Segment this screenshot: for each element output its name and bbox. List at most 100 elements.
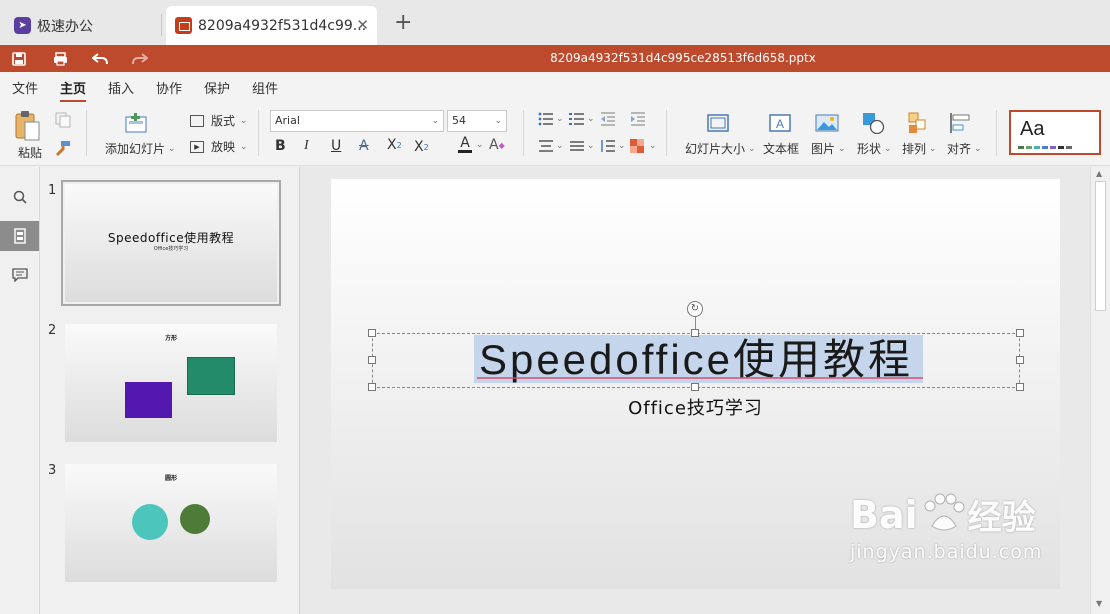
strikethrough-button[interactable]: A: [359, 138, 369, 154]
textbox-button[interactable]: 文本框: [763, 140, 799, 157]
resize-handle[interactable]: [691, 329, 699, 337]
font-size-select[interactable]: 54 ⌄: [447, 110, 507, 132]
scrollbar-thumb[interactable]: [1095, 181, 1106, 311]
resize-handle[interactable]: [1016, 329, 1024, 337]
chevron-down-icon: ⌄: [929, 143, 937, 154]
theme-preview[interactable]: Aa: [1009, 110, 1101, 155]
align-objects-icon[interactable]: [949, 112, 971, 134]
search-icon[interactable]: [0, 182, 39, 212]
chevron-down-icon[interactable]: ⌄: [476, 140, 484, 150]
arrange-button[interactable]: 排列 ⌄: [902, 140, 937, 157]
play-button[interactable]: ▶ 放映 ⌄: [190, 138, 248, 155]
picture-icon[interactable]: [815, 114, 839, 132]
comment-icon[interactable]: [0, 260, 39, 290]
slide-number: 2: [48, 323, 57, 338]
scroll-up-icon[interactable]: ▲: [1096, 169, 1102, 178]
resize-handle[interactable]: [1016, 356, 1024, 364]
add-slide-icon[interactable]: [125, 112, 149, 134]
font-color-button[interactable]: A: [458, 136, 472, 153]
slides-panel-icon[interactable]: [0, 221, 39, 251]
bold-button[interactable]: B: [275, 138, 286, 154]
picture-label: 图片: [811, 142, 836, 156]
numbered-list-icon[interactable]: ⌄: [569, 112, 595, 126]
slide-subtitle[interactable]: Office技巧学习: [331, 394, 1060, 420]
title-textbox[interactable]: Speedoffice使用教程: [372, 333, 1020, 388]
line-spacing-icon[interactable]: ⌄: [600, 139, 626, 153]
arrange-label: 排列: [902, 142, 927, 156]
menu-collaborate[interactable]: 协作: [156, 78, 182, 97]
vertical-scrollbar[interactable]: ▲ ▼: [1090, 167, 1110, 614]
format-painter-icon[interactable]: [55, 140, 71, 156]
chevron-down-icon: ⌄: [240, 115, 248, 126]
green-circle: [180, 504, 210, 534]
slide-number: 1: [48, 183, 57, 198]
italic-button[interactable]: I: [304, 138, 309, 154]
shape-fill-icon[interactable]: ⌄: [630, 139, 657, 153]
increase-indent-icon[interactable]: [630, 112, 646, 126]
decrease-indent-icon[interactable]: [600, 112, 616, 126]
tab-jisu-office[interactable]: ➤ 极速办公: [0, 6, 162, 45]
resize-handle[interactable]: [368, 329, 376, 337]
menu-file[interactable]: 文件: [12, 78, 38, 97]
ribbon-toolbar: 粘贴 添加幻灯片 ⌄ 版式 ⌄ ▶ 放映 ⌄ Arial ⌄ 54 ⌄ B I U…: [0, 102, 1110, 166]
resize-handle[interactable]: [368, 356, 376, 364]
font-color-swatch: [458, 150, 472, 153]
paste-icon[interactable]: [14, 110, 42, 142]
toolbar-divider: [523, 110, 524, 156]
shape-icon[interactable]: [862, 112, 886, 134]
bullet-list-icon[interactable]: ⌄: [538, 112, 564, 126]
toolbar-divider: [86, 110, 87, 156]
layout-button[interactable]: 版式 ⌄: [190, 112, 248, 129]
close-tab-icon[interactable]: ✕: [356, 16, 369, 34]
add-slide-label: 添加幻灯片: [105, 142, 166, 156]
resize-handle[interactable]: [368, 383, 376, 391]
rotate-handle-icon[interactable]: ↻: [687, 301, 703, 317]
watermark-brand-2: 经验: [967, 498, 1036, 538]
copy-icon[interactable]: [55, 112, 71, 128]
baidu-watermark: Bai 经验 jingyan.baidu.com: [850, 490, 1042, 564]
underline-button[interactable]: U: [331, 138, 341, 154]
chevron-down-icon: ⌄: [838, 143, 846, 154]
presentation-icon: [175, 17, 192, 34]
slide-thumbnail-3[interactable]: 圆形: [65, 464, 277, 582]
slide-size-label: 幻灯片大小: [685, 142, 746, 156]
subscript-button[interactable]: X2: [414, 139, 429, 155]
toolbar-divider: [996, 110, 997, 156]
font-name-select[interactable]: Arial ⌄: [270, 110, 444, 132]
chevron-down-icon: ⌄: [168, 143, 176, 154]
vertical-align-icon[interactable]: ⌄: [569, 139, 595, 153]
menu-components[interactable]: 组件: [252, 78, 278, 97]
thumbnail-title: 圆形: [164, 475, 177, 482]
thumbnail-subtitle: Office技巧学习: [153, 246, 189, 252]
slide-size-icon[interactable]: [707, 114, 729, 132]
menu-home[interactable]: 主页: [60, 78, 87, 102]
thumbnail-title: Speedoffice使用教程: [107, 231, 235, 245]
menu-insert[interactable]: 插入: [108, 78, 134, 97]
slide-thumbnail-1[interactable]: Speedoffice使用教程 Office技巧学习: [61, 180, 281, 306]
textbox-icon[interactable]: A: [769, 114, 791, 132]
shape-button[interactable]: 形状 ⌄: [857, 140, 892, 157]
tab-presentation[interactable]: 8209a4932f531d4c99... ✕: [166, 6, 377, 45]
paw-icon: [920, 492, 966, 538]
resize-handle[interactable]: [691, 383, 699, 391]
slide-size-button[interactable]: 幻灯片大小 ⌄: [685, 140, 756, 157]
green-rectangle: [187, 357, 235, 395]
rocket-icon: ➤: [14, 17, 31, 34]
new-tab-button[interactable]: +: [394, 10, 412, 35]
align-objects-button[interactable]: 对齐 ⌄: [947, 140, 982, 157]
scroll-down-icon[interactable]: ▼: [1096, 599, 1102, 608]
left-rail: [0, 167, 40, 614]
title-bar: 8209a4932f531d4c995ce28513f6d658.pptx: [0, 45, 1110, 72]
arrange-icon[interactable]: [908, 112, 928, 134]
browser-tab-bar: ➤ 极速办公 8209a4932f531d4c99... ✕ +: [0, 0, 1110, 45]
superscript-button[interactable]: X2: [387, 137, 402, 153]
align-text-icon[interactable]: ⌄: [538, 139, 564, 153]
layout-icon: [190, 114, 204, 127]
slide-thumbnail-2[interactable]: 方形: [65, 324, 277, 442]
picture-button[interactable]: 图片 ⌄: [811, 140, 846, 157]
menu-protect[interactable]: 保护: [204, 78, 230, 97]
highlight-button[interactable]: A ◆: [489, 137, 505, 153]
resize-handle[interactable]: [1016, 383, 1024, 391]
add-slide-button[interactable]: 添加幻灯片 ⌄: [105, 140, 176, 157]
chevron-down-icon: ⌄: [240, 141, 248, 152]
